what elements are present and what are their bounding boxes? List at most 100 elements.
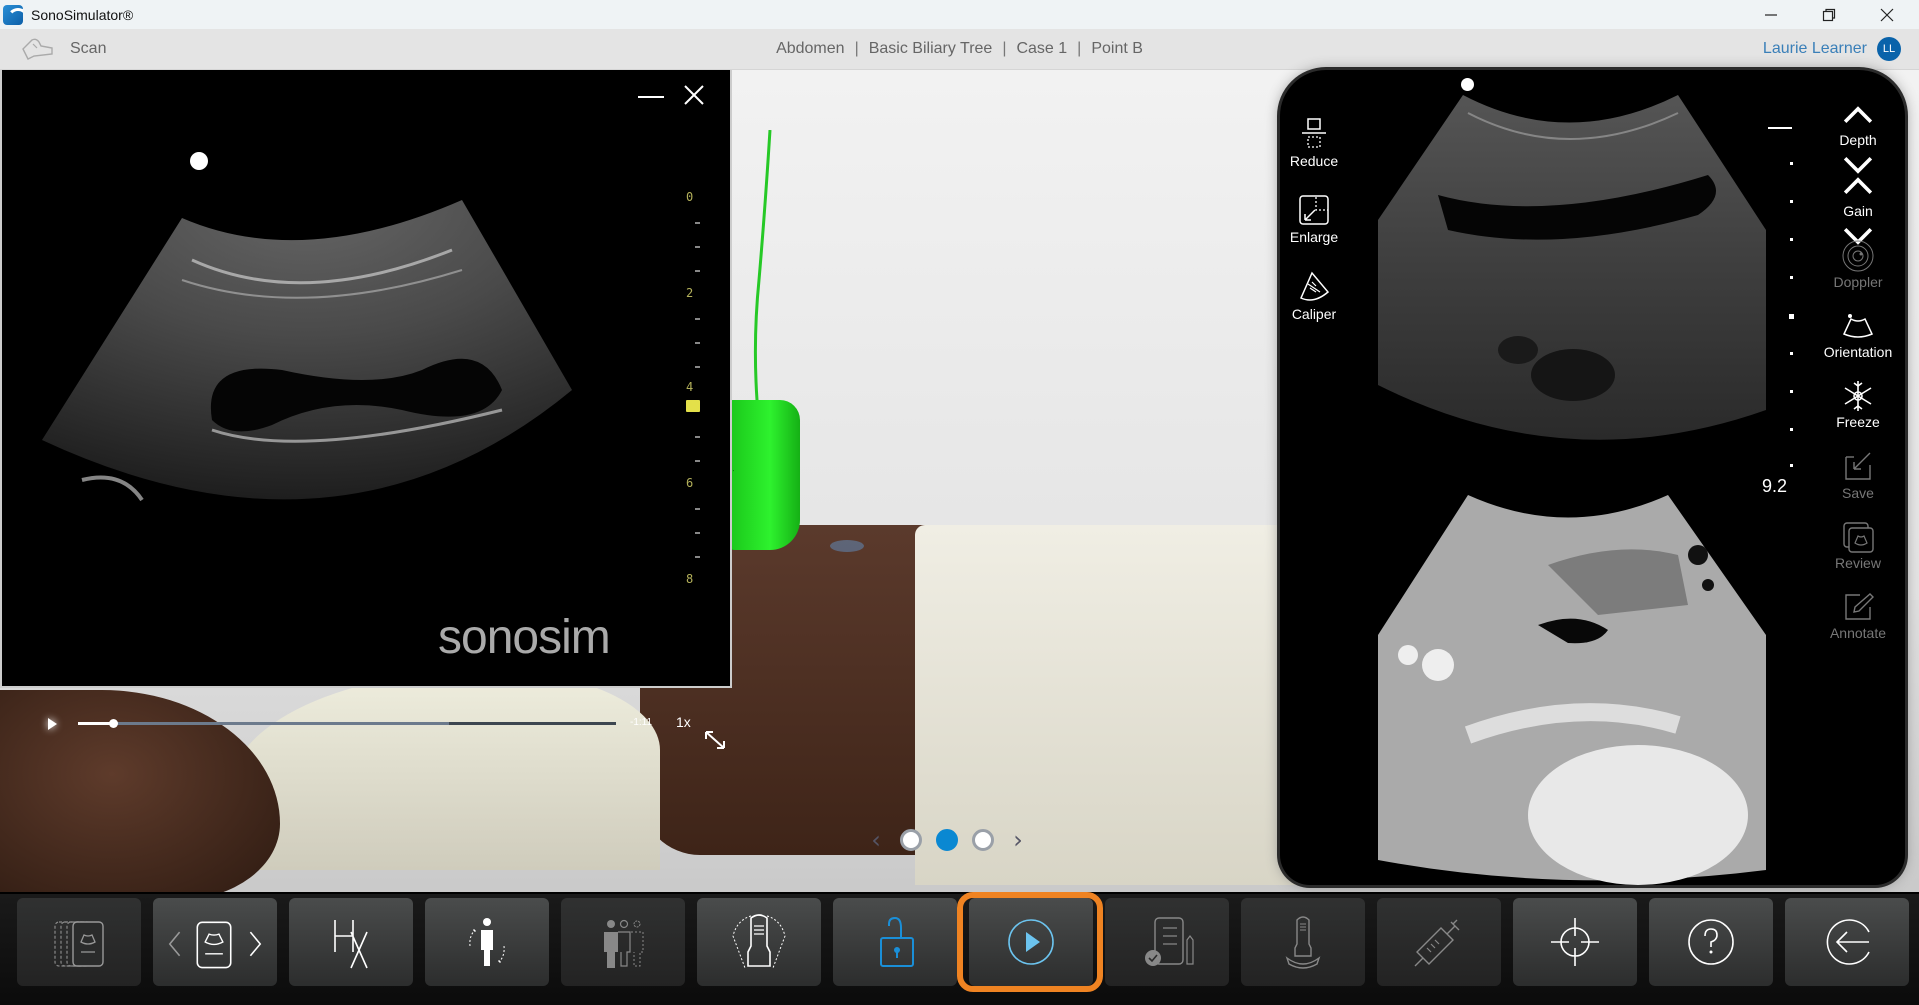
title-bar: SonoSimulator®: [0, 0, 1919, 29]
expand-icon[interactable]: [702, 728, 728, 752]
hx-icon: [334, 920, 368, 969]
app-header: Scan Abdomen | Basic Biliary Tree | Case 1 | P…: [0, 29, 1919, 70]
probe-icon: [1285, 916, 1321, 969]
video-buffer-bar: [78, 722, 450, 725]
breadcrumb-item: Basic Biliary Tree: [868, 40, 993, 57]
close-icon: [684, 85, 704, 105]
video-progress-bar: [78, 722, 113, 725]
orientation-button[interactable]: Orientation: [1815, 308, 1901, 360]
video-seek-bar[interactable]: [78, 719, 616, 728]
enlarge-button[interactable]: Enlarge: [1286, 193, 1342, 245]
history-button[interactable]: [289, 898, 413, 986]
ruler-label: 8: [686, 572, 694, 586]
bottom-toolbar: [0, 892, 1919, 1005]
restore-icon: [1822, 8, 1836, 21]
annotate-button[interactable]: Annotate: [1815, 589, 1901, 641]
doppler-icon: [1842, 240, 1874, 272]
freeze-label: Freeze: [1836, 414, 1880, 430]
video-time-remaining: -1:11: [630, 717, 653, 728]
doppler-button[interactable]: Doppler: [1815, 238, 1901, 290]
freeze-button[interactable]: Freeze: [1815, 378, 1901, 430]
pager-dot-active[interactable]: [936, 829, 958, 851]
patient-position-button[interactable]: [425, 898, 549, 986]
breadcrumb: Abdomen | Basic Biliary Tree | Case 1 | Point …: [776, 40, 1143, 57]
procedure-button[interactable]: [1377, 898, 1501, 986]
view-pager: ‹ ›: [866, 826, 1028, 854]
help-button[interactable]: [1649, 898, 1773, 986]
pager-dot[interactable]: [900, 829, 922, 851]
sonosim-watermark: sonosim: [438, 611, 611, 664]
video-player-window: 0 2 4 6 8 sonosim -1:11 1x: [0, 70, 732, 749]
maximize-window-button[interactable]: [1800, 0, 1858, 29]
crosshair-icon: [1551, 918, 1599, 966]
ruler-label: 6: [686, 476, 694, 490]
orientation-marker: [1461, 78, 1474, 91]
probe-fan-icon: [732, 914, 786, 969]
video-speed-button[interactable]: 1x: [676, 714, 691, 730]
ultrasound-video-frame: [42, 200, 572, 502]
case-library-button[interactable]: [17, 898, 141, 986]
caliper-button[interactable]: Caliper: [1286, 270, 1342, 322]
enlarge-icon: [1299, 195, 1329, 225]
minimize-window-button[interactable]: [1742, 0, 1800, 29]
gain-label: Gain: [1843, 203, 1873, 219]
breadcrumb-item: Point B: [1091, 40, 1143, 57]
minimize-icon: [1765, 13, 1777, 16]
depth-ruler: 0 2 4 6 8: [686, 190, 716, 610]
close-window-button[interactable]: [1858, 0, 1916, 29]
app-title: SonoSimulator®: [31, 6, 134, 23]
ruler-label: 2: [686, 286, 694, 300]
gain-up-button[interactable]: [1840, 167, 1876, 203]
breadcrumb-item: Case 1: [1016, 40, 1068, 57]
caliper-icon: [1300, 271, 1330, 301]
lock-button[interactable]: [833, 898, 957, 986]
depth-scale: [1768, 120, 1794, 500]
ct-reference-image: [1378, 495, 1766, 885]
reduce-button[interactable]: Reduce: [1286, 117, 1342, 169]
depth-up-button[interactable]: [1840, 96, 1876, 132]
card-switch-icon: [168, 921, 262, 969]
snowflake-icon: [1844, 381, 1872, 411]
annotate-label: Annotate: [1829, 625, 1887, 641]
review-button[interactable]: Review: [1815, 519, 1901, 571]
pager-prev-button[interactable]: ‹: [866, 826, 886, 854]
breadcrumb-item: Abdomen: [776, 40, 845, 57]
case-switcher-button[interactable]: [153, 898, 277, 986]
save-icon: [1845, 452, 1871, 480]
body-types-icon: [604, 919, 644, 968]
unlock-icon: [880, 916, 914, 967]
depth-value: 9.2: [1762, 476, 1788, 496]
app-logo-icon: [3, 4, 23, 25]
close-icon: [1880, 8, 1894, 21]
video-seek-thumb[interactable]: [108, 719, 118, 728]
assessment-button[interactable]: [1105, 898, 1229, 986]
depth-label: Depth: [1839, 132, 1877, 148]
exit-button[interactable]: [1785, 898, 1909, 986]
reduce-label: Reduce: [1289, 153, 1339, 169]
video-play-button[interactable]: [48, 718, 57, 730]
probe-select-button[interactable]: [1241, 898, 1365, 986]
video-close-button[interactable]: [682, 84, 706, 108]
probe-motion-button[interactable]: [697, 898, 821, 986]
orientation-icon: [1842, 314, 1874, 338]
user-name[interactable]: Laurie Learner: [1763, 40, 1867, 58]
patient-body-type-button[interactable]: [561, 898, 685, 986]
target-button[interactable]: [1513, 898, 1637, 986]
review-label: Review: [1835, 555, 1881, 571]
save-button[interactable]: Save: [1815, 449, 1901, 501]
ruler-label: 0: [686, 190, 694, 204]
caliper-label: Caliper: [1291, 306, 1337, 322]
ultrasound-probe[interactable]: [725, 400, 800, 550]
review-icon: [1843, 522, 1874, 553]
checklist-icon: [1145, 917, 1194, 966]
user-avatar[interactable]: LL: [1877, 37, 1901, 61]
annotate-icon: [1845, 593, 1874, 620]
doppler-label: Doppler: [1833, 274, 1883, 290]
probe-contact-marker: [830, 540, 864, 552]
pager-dot[interactable]: [972, 829, 994, 851]
reduce-icon: [1302, 118, 1326, 148]
video-minimize-button[interactable]: [638, 96, 664, 98]
pager-next-button[interactable]: ›: [1008, 826, 1028, 854]
enlarge-label: Enlarge: [1289, 229, 1339, 245]
stacked-cards-icon: [54, 921, 104, 967]
